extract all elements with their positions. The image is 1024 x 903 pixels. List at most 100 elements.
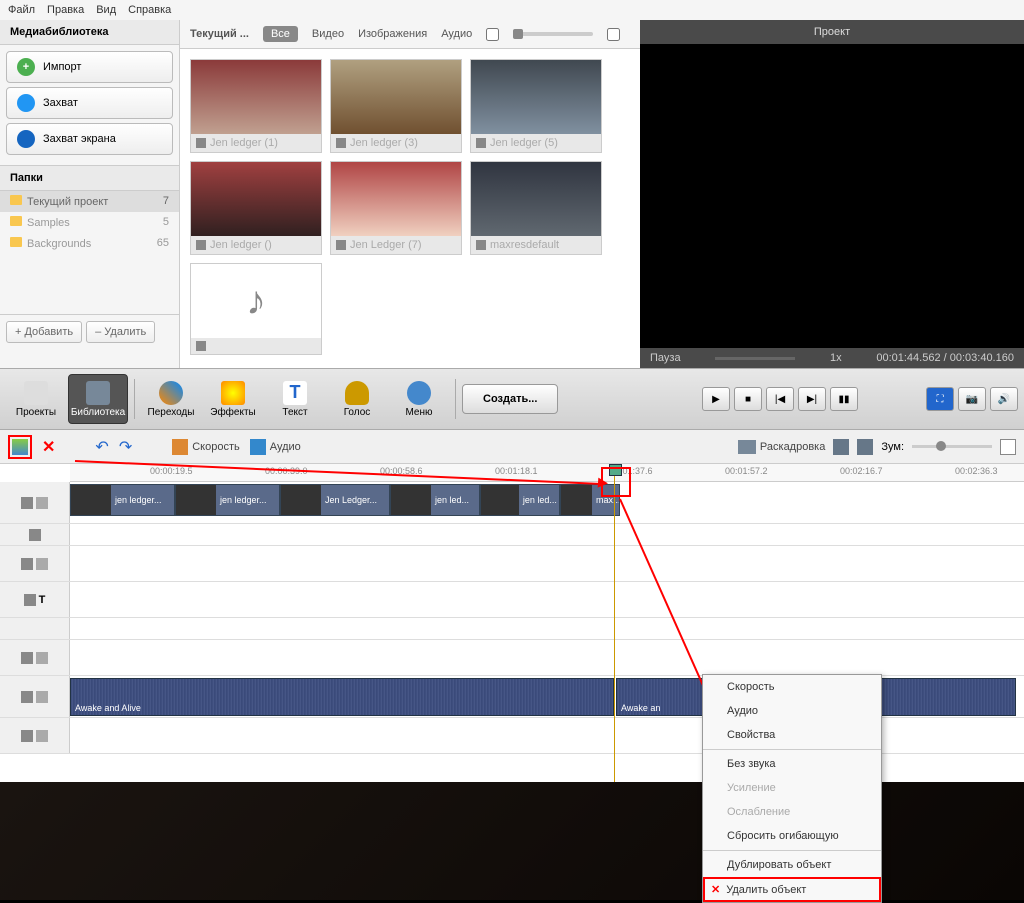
split-button[interactable]: [12, 439, 28, 455]
timeline-clip[interactable]: Jen Ledger...: [280, 484, 390, 516]
timeline-clip[interactable]: jen ledger...: [175, 484, 280, 516]
zoom-slider[interactable]: [912, 445, 992, 448]
import-button[interactable]: + Импорт: [6, 51, 173, 83]
text-button[interactable]: TТекст: [265, 374, 325, 424]
clip-item[interactable]: maxresdefault: [470, 161, 602, 255]
prev-button[interactable]: |◀: [766, 387, 794, 411]
voice-button[interactable]: Голос: [327, 374, 387, 424]
audio-icon: [196, 341, 206, 351]
timeline-clip[interactable]: jen led...: [390, 484, 480, 516]
snapshot-button[interactable]: 📷: [958, 387, 986, 411]
track-content[interactable]: [70, 524, 1024, 545]
track-head[interactable]: [0, 640, 70, 675]
track-head[interactable]: [0, 718, 70, 753]
video-track-content[interactable]: jen ledger... jen ledger... Jen Ledger..…: [70, 482, 1024, 523]
audio-button[interactable]: Аудио: [250, 439, 301, 455]
play-button[interactable]: ▶: [702, 387, 730, 411]
effects-button[interactable]: Эффекты: [203, 374, 263, 424]
menu-view[interactable]: Вид: [96, 4, 116, 16]
cm-speed[interactable]: Скорость: [703, 675, 881, 699]
eye-icon: [21, 652, 33, 664]
context-menu: Скорость Аудио Свойства Без звука Усилен…: [702, 674, 882, 903]
tab-video[interactable]: Видео: [312, 28, 344, 40]
menu-file[interactable]: Файл: [8, 4, 35, 16]
clip-item[interactable]: Jen ledger (): [190, 161, 322, 255]
audio-clip-1[interactable]: Awake and Alive: [70, 678, 614, 716]
folder-current-project[interactable]: Текущий проект 7: [0, 191, 179, 212]
track-content[interactable]: [70, 582, 1024, 617]
tab-audio[interactable]: Аудио: [441, 28, 472, 40]
eye-icon: [21, 691, 33, 703]
screen-capture-button[interactable]: Захват экрана: [6, 123, 173, 155]
fit-icon[interactable]: [1000, 439, 1016, 455]
tab-all[interactable]: Все: [263, 26, 298, 42]
view-icon[interactable]: [833, 439, 849, 455]
track-content[interactable]: [70, 618, 1024, 639]
cm-reset-envelope[interactable]: Сбросить огибающую: [703, 824, 881, 848]
cm-amplify[interactable]: Усиление: [703, 776, 881, 800]
folder-icon: [10, 195, 22, 205]
track-head[interactable]: [0, 524, 70, 545]
redo-button[interactable]: ↷: [119, 437, 132, 457]
cm-audio[interactable]: Аудио: [703, 699, 881, 723]
preview-screen[interactable]: [640, 44, 1024, 348]
cm-fade[interactable]: Ослабление: [703, 800, 881, 824]
playhead[interactable]: [614, 464, 615, 782]
menubar: Файл Правка Вид Справка: [0, 0, 1024, 20]
track-content[interactable]: [70, 546, 1024, 581]
next-button[interactable]: ▶|: [798, 387, 826, 411]
lib-checkbox2[interactable]: [607, 28, 620, 41]
lib-checkbox[interactable]: [486, 28, 499, 41]
tb-label: Эффекты: [210, 407, 255, 418]
view-icon2[interactable]: [857, 439, 873, 455]
delete-folder-button[interactable]: – Удалить: [86, 321, 155, 343]
volume-button[interactable]: 🔊: [990, 387, 1018, 411]
undo-button[interactable]: ↶: [95, 437, 108, 457]
speed-button[interactable]: Скорость: [172, 439, 240, 455]
create-button[interactable]: Создать...: [462, 384, 558, 414]
folder-samples[interactable]: Samples 5: [0, 212, 179, 233]
track-content[interactable]: [70, 640, 1024, 675]
clip-item[interactable]: Jen ledger (5): [470, 59, 602, 153]
disc-icon: [407, 381, 431, 405]
track-head[interactable]: [0, 618, 70, 639]
projects-button[interactable]: Проекты: [6, 374, 66, 424]
tab-current[interactable]: Текущий ...: [190, 28, 249, 40]
library-button[interactable]: Библиотека: [68, 374, 128, 424]
delete-button[interactable]: ✕: [42, 437, 55, 457]
timeline-clip[interactable]: jen ledger...: [70, 484, 175, 516]
speed-slider[interactable]: [715, 357, 795, 360]
cm-mute[interactable]: Без звука: [703, 752, 881, 776]
track-head[interactable]: [0, 546, 70, 581]
audio-clip-item[interactable]: ♪: [190, 263, 322, 355]
menu-edit[interactable]: Правка: [47, 4, 84, 16]
add-folder-button[interactable]: + Добавить: [6, 321, 82, 343]
fullscreen-button[interactable]: ⛶: [926, 387, 954, 411]
menu-help[interactable]: Справка: [128, 4, 171, 16]
frame-button[interactable]: ▮▮: [830, 387, 858, 411]
clip-item[interactable]: Jen Ledger (7): [330, 161, 462, 255]
capture-button[interactable]: Захват: [6, 87, 173, 119]
track-head[interactable]: [0, 676, 70, 717]
transitions-button[interactable]: Переходы: [141, 374, 201, 424]
cm-duplicate[interactable]: Дублировать объект: [703, 853, 881, 877]
cm-properties[interactable]: Свойства: [703, 723, 881, 747]
video-icon: [336, 138, 346, 148]
menu-button[interactable]: Меню: [389, 374, 449, 424]
video-icon: [476, 138, 486, 148]
clip-label: Jen ledger (3): [350, 137, 418, 149]
stop-button[interactable]: ■: [734, 387, 762, 411]
clip-item[interactable]: Jen ledger (1): [190, 59, 322, 153]
clip-item[interactable]: Jen ledger (3): [330, 59, 462, 153]
annotation-split-tool: [8, 435, 32, 459]
text-track: T: [0, 582, 1024, 618]
thumbnail-size-slider[interactable]: [513, 32, 593, 36]
tab-images[interactable]: Изображения: [358, 28, 427, 40]
video-track-head[interactable]: [0, 482, 70, 523]
speed-label: Скорость: [192, 441, 240, 453]
cm-delete-object[interactable]: ✕Удалить объект: [703, 877, 881, 902]
track-head[interactable]: T: [0, 582, 70, 617]
storyboard-button[interactable]: Раскадровка: [738, 440, 825, 454]
timeline-clip[interactable]: jen led...: [480, 484, 560, 516]
folder-backgrounds[interactable]: Backgrounds 65: [0, 233, 179, 254]
